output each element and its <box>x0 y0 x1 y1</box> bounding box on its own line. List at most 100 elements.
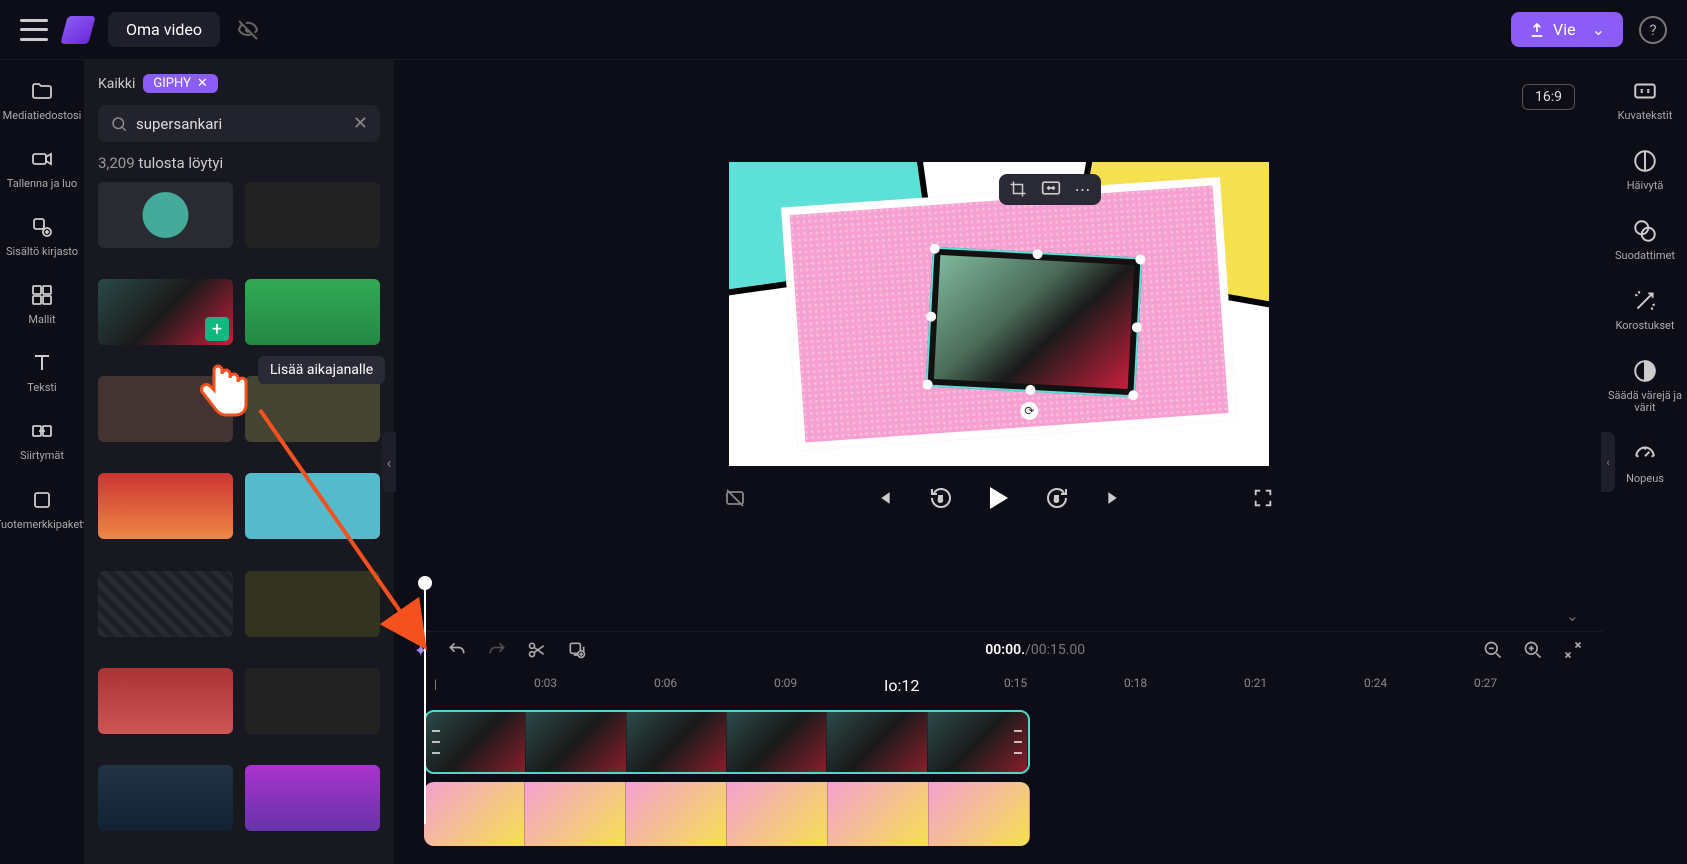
crop-icon[interactable] <box>1009 180 1027 199</box>
fit-icon[interactable] <box>1041 180 1061 199</box>
export-label: Vie <box>1553 20 1576 39</box>
captions-icon <box>1632 78 1658 104</box>
collapse-right-button[interactable]: ‹ <box>1601 432 1615 492</box>
redo-button[interactable] <box>487 640 507 660</box>
sidebar-item-library[interactable]: Sisältö kirjasto <box>6 214 78 258</box>
player-controls: 5 5 <box>721 466 1277 530</box>
sidebar-item-speed[interactable]: Nopeus <box>1626 441 1664 485</box>
sidebar-item-text[interactable]: Teksti <box>27 350 56 394</box>
gif-thumbnail[interactable] <box>245 376 380 442</box>
selected-clip[interactable]: ⟳ <box>925 246 1142 397</box>
rewind-5-button[interactable]: 5 <box>927 484 955 512</box>
sidebar-item-filters[interactable]: Suodattimet <box>1615 218 1675 262</box>
preview-canvas[interactable]: ⟳ ⋯ <box>729 162 1269 466</box>
speed-icon <box>1632 441 1658 467</box>
fit-timeline-button[interactable] <box>1563 640 1583 660</box>
split-button[interactable] <box>527 640 547 660</box>
time-display: 00:00./00:15.00 <box>607 642 1463 658</box>
resize-handle[interactable] <box>1128 390 1139 401</box>
search-box[interactable]: ✕ <box>98 105 380 142</box>
resize-handle[interactable] <box>929 243 940 254</box>
sidebar-item-brandkit[interactable]: Tuotemerkkipaketti <box>0 487 89 531</box>
chevron-down-icon: ⌄ <box>1592 20 1605 39</box>
timeline-tracks[interactable] <box>394 700 1603 864</box>
resize-handle[interactable] <box>1131 322 1142 333</box>
gif-thumbnail[interactable] <box>98 473 233 539</box>
sidebar-item-fade[interactable]: Häivytä <box>1627 148 1664 192</box>
gif-thumbnail[interactable] <box>245 571 380 637</box>
sidebar-item-highlights[interactable]: Korostukset <box>1616 288 1675 332</box>
menu-button[interactable] <box>20 19 48 41</box>
gif-thumbnail[interactable] <box>245 668 380 734</box>
resize-handle[interactable] <box>1025 384 1036 395</box>
zoom-in-button[interactable] <box>1523 640 1543 660</box>
filter-all-label[interactable]: Kaikki <box>98 76 135 92</box>
sidebar-item-transitions[interactable]: Siirtymät <box>20 418 64 462</box>
forward-5-button[interactable]: 5 <box>1043 484 1071 512</box>
gif-thumbnail[interactable] <box>98 668 233 734</box>
clip-trim-right[interactable] <box>1014 730 1022 754</box>
next-frame-button[interactable] <box>1101 484 1129 512</box>
fade-icon <box>1632 148 1658 174</box>
timeline-ruler[interactable]: | 0:03 0:06 0:09 Io:12 0:15 0:18 0:21 0:… <box>394 668 1603 700</box>
text-icon <box>29 350 55 376</box>
filter-chip-giphy[interactable]: GIPHY ✕ <box>143 74 217 93</box>
play-button[interactable] <box>985 484 1013 512</box>
gif-thumbnail[interactable] <box>245 279 380 345</box>
gif-thumbnail[interactable] <box>98 571 233 637</box>
tooltip-add-timeline: Lisää aikajanalle <box>258 356 385 384</box>
timeline-toolbar: ✦ 00:00./00:15.00 <box>394 631 1603 668</box>
templates-icon <box>29 282 55 308</box>
left-sidebar: Mediatiedostosi Tallenna ja luo Sisältö … <box>0 60 84 864</box>
svg-text:5: 5 <box>938 495 943 504</box>
sidebar-item-colors[interactable]: Säädä värejä ja värit <box>1603 358 1687 414</box>
resize-handle[interactable] <box>1135 254 1146 265</box>
collapse-preview-icon[interactable]: ⌄ <box>1566 606 1579 625</box>
results-grid: + <box>98 182 380 850</box>
gif-thumbnail[interactable] <box>245 182 380 248</box>
chip-remove-icon[interactable]: ✕ <box>197 76 208 91</box>
zoom-out-button[interactable] <box>1483 640 1503 660</box>
playhead-time-label: Io:12 <box>884 676 919 695</box>
library-icon <box>29 214 55 240</box>
track-clip-background[interactable] <box>424 782 1030 846</box>
aspect-ratio-button[interactable]: 16:9 <box>1522 84 1575 110</box>
playhead[interactable] <box>424 584 426 824</box>
gif-thumbnail[interactable] <box>245 765 380 831</box>
magic-wand-icon <box>1632 288 1658 314</box>
clear-search-icon[interactable]: ✕ <box>353 113 368 134</box>
help-button[interactable]: ? <box>1639 16 1667 44</box>
more-icon[interactable]: ⋯ <box>1075 180 1091 199</box>
sidebar-item-record[interactable]: Tallenna ja luo <box>7 146 77 190</box>
gif-thumbnail[interactable] <box>245 473 380 539</box>
sidebar-item-templates[interactable]: Mallit <box>28 282 55 326</box>
filters-icon <box>1632 218 1658 244</box>
export-button[interactable]: Vie ⌄ <box>1511 12 1623 47</box>
clip-trim-left[interactable] <box>432 730 440 754</box>
hide-overlay-button[interactable] <box>721 484 749 512</box>
search-input[interactable] <box>136 115 345 133</box>
project-title[interactable]: Oma video <box>108 12 220 47</box>
visibility-off-icon[interactable] <box>236 18 260 42</box>
resize-handle[interactable] <box>925 311 936 322</box>
content-panel: Kaikki GIPHY ✕ ✕ 3,209 tulosta löytyi + <box>84 60 394 864</box>
camera-icon <box>29 146 55 172</box>
resize-handle[interactable] <box>1032 248 1043 259</box>
add-to-timeline-icon[interactable]: + <box>205 317 229 341</box>
right-sidebar: ‹ Kuvatekstit Häivytä Suodattimet Korost… <box>1603 60 1687 864</box>
gif-thumbnail[interactable] <box>98 376 233 442</box>
brandkit-icon <box>29 487 55 513</box>
transitions-icon <box>29 418 55 444</box>
undo-button[interactable] <box>447 640 467 660</box>
gif-thumbnail-hover[interactable]: + <box>98 279 233 345</box>
track-clip-selected[interactable] <box>424 710 1030 774</box>
duplicate-button[interactable] <box>567 640 587 660</box>
prev-frame-button[interactable] <box>869 484 897 512</box>
gif-thumbnail[interactable] <box>98 765 233 831</box>
gif-thumbnail[interactable] <box>98 182 233 248</box>
sidebar-item-media[interactable]: Mediatiedostosi <box>3 78 82 122</box>
sidebar-item-captions[interactable]: Kuvatekstit <box>1618 78 1673 122</box>
rotate-handle[interactable]: ⟳ <box>1019 401 1038 420</box>
fullscreen-button[interactable] <box>1249 484 1277 512</box>
resize-handle[interactable] <box>922 379 933 390</box>
